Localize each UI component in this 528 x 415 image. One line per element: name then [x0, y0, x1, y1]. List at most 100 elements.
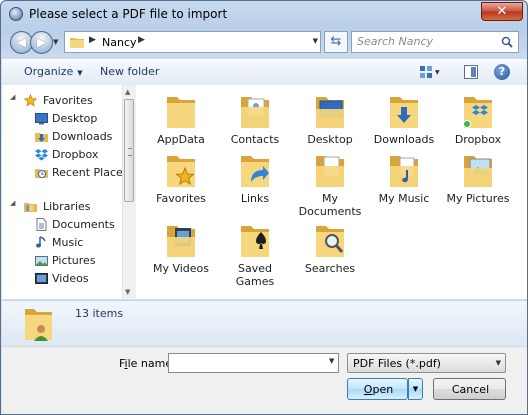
contacts-folder-icon: [241, 97, 269, 128]
downloads-folder-icon: [390, 97, 418, 128]
file-name: My Videos: [152, 262, 210, 275]
views-chevron-down-icon[interactable]: ▼: [435, 69, 440, 76]
file-item-saved-games[interactable]: Saved Games: [218, 218, 292, 288]
file-open-dialog: Please select a PDF file to import ✕ ◀ ▶…: [0, 0, 528, 415]
search-placeholder: Search Nancy: [357, 35, 434, 48]
file-item-contacts[interactable]: Contacts: [218, 89, 292, 151]
nav-label: Pictures: [52, 254, 96, 267]
file-item-my-music[interactable]: My Music: [367, 148, 441, 210]
file-item-dropbox[interactable]: Dropbox: [441, 89, 515, 151]
file-type-select[interactable]: PDF Files (*.pdf) ▼: [347, 353, 506, 373]
star-icon: [24, 94, 37, 107]
documents-folder-icon: [316, 156, 344, 187]
nav-label: Recent Places: [52, 166, 129, 179]
file-name: Contacts: [230, 133, 280, 146]
open-options-chevron-down-icon[interactable]: ▼: [408, 378, 423, 400]
chevron-down-icon: ▼: [495, 359, 501, 367]
file-item-links[interactable]: Links: [218, 148, 292, 210]
breadcrumb-nancy[interactable]: Nancy: [102, 36, 137, 49]
documents-icon: [36, 218, 47, 231]
address-history-chevron-down-icon[interactable]: ▼: [313, 37, 318, 45]
scroll-up-icon[interactable]: ▲: [125, 88, 130, 96]
new-folder-button[interactable]: New folder: [100, 65, 159, 78]
recent-places-icon: [35, 169, 48, 178]
file-name: My Music: [378, 192, 430, 205]
links-folder-icon: [241, 156, 269, 187]
nav-label: Desktop: [52, 112, 98, 125]
item-count: 13 items: [75, 307, 124, 320]
saved-games-folder-icon: [241, 226, 269, 257]
preview-pane-icon[interactable]: [464, 65, 478, 79]
file-item-my-documents[interactable]: My Documents: [293, 148, 367, 218]
details-pane: 13 items: [2, 300, 527, 346]
app-icon: [9, 7, 23, 21]
recent-pages-chevron-down-icon[interactable]: ▼: [53, 38, 58, 46]
organize-button[interactable]: Organize ▼: [24, 65, 83, 78]
favorites-folder-icon: [167, 156, 195, 187]
music-folder-icon: [390, 156, 418, 187]
command-bar: Organize ▼ New folder ▼ ?: [2, 59, 527, 86]
file-type-value: PDF Files (*.pdf): [353, 357, 441, 370]
chevron-down-icon: ▼: [77, 69, 83, 77]
nav-label: Dropbox: [52, 148, 99, 161]
navigation-pane: ◢ Favorites Desktop Downloads Dropbox Re…: [2, 85, 136, 299]
scrollbar-thumb[interactable]: [124, 99, 134, 202]
file-name: Links: [240, 192, 270, 205]
cancel-label: Cancel: [451, 383, 490, 396]
grip-icon: [128, 148, 132, 156]
file-item-my-videos[interactable]: My Videos: [144, 218, 218, 280]
file-name-input[interactable]: [168, 353, 339, 373]
desktop-icon: [35, 113, 48, 125]
file-item-appdata[interactable]: AppData: [144, 89, 218, 151]
search-icon[interactable]: [501, 36, 513, 48]
breadcrumb-chevron-icon[interactable]: ▶: [89, 35, 96, 45]
file-name: Saved Games: [235, 262, 275, 288]
scroll-down-icon[interactable]: ▼: [125, 288, 130, 296]
dropbox-folder-icon: [463, 97, 492, 128]
file-item-desktop[interactable]: Desktop: [293, 89, 367, 151]
address-row: ◀ ▶ ▼ ▶ Nancy ▶ ▼ ⇆ Search Nancy: [1, 28, 527, 58]
open-button[interactable]: Open: [347, 378, 408, 400]
nav-scrollbar[interactable]: ▲ ▼: [122, 85, 136, 299]
close-button[interactable]: ✕: [481, 2, 523, 21]
file-name: AppData: [157, 133, 205, 146]
cancel-button[interactable]: Cancel: [433, 378, 506, 400]
file-item-my-pictures[interactable]: My Pictures: [441, 148, 515, 210]
title-bar: Please select a PDF file to import ✕: [1, 1, 527, 27]
help-icon[interactable]: ?: [494, 64, 510, 80]
window-title: Please select a PDF file to import: [29, 7, 228, 21]
search-input[interactable]: Search Nancy: [351, 31, 519, 53]
file-item-searches[interactable]: Searches: [293, 218, 367, 280]
file-name: Searches: [304, 262, 356, 275]
videos-folder-icon: [167, 226, 195, 257]
file-name: Dropbox: [454, 133, 502, 146]
dialog-footer: File name: ▼ PDF Files (*.pdf) ▼ Open ▼ …: [2, 346, 527, 414]
address-bar[interactable]: ▶ Nancy ▶ ▼: [64, 31, 321, 53]
forward-button[interactable]: ▶: [30, 31, 53, 54]
file-name: My Documents: [298, 192, 362, 218]
nav-label: Downloads: [52, 130, 113, 143]
open-label-part: pen: [372, 383, 394, 396]
pictures-folder-icon: [464, 156, 492, 187]
change-view-icon[interactable]: [419, 65, 433, 79]
nav-label: Music: [52, 236, 84, 249]
desktop-folder-icon: [316, 97, 344, 128]
music-icon: [36, 236, 46, 248]
expand-chevron-icon[interactable]: ◢: [10, 93, 15, 101]
file-item-favorites[interactable]: Favorites: [144, 148, 218, 210]
expand-chevron-icon[interactable]: ◢: [10, 199, 15, 207]
organize-label: Organize: [24, 65, 74, 78]
videos-icon: [35, 273, 48, 284]
file-item-downloads[interactable]: Downloads: [367, 89, 441, 151]
file-list: AppData Contacts Desktop Downloads Dropb…: [136, 85, 527, 299]
folder-icon: [70, 38, 84, 48]
nav-label: Videos: [52, 272, 89, 285]
breadcrumb-chevron-icon[interactable]: ▶: [138, 35, 145, 45]
pictures-icon: [35, 256, 48, 266]
refresh-button[interactable]: ⇆: [324, 31, 348, 53]
libraries-icon: [24, 203, 37, 212]
dropbox-icon: [35, 149, 48, 161]
folder-icon: [167, 97, 195, 128]
searches-folder-icon: [316, 226, 344, 257]
nav-label: Documents: [52, 218, 115, 231]
